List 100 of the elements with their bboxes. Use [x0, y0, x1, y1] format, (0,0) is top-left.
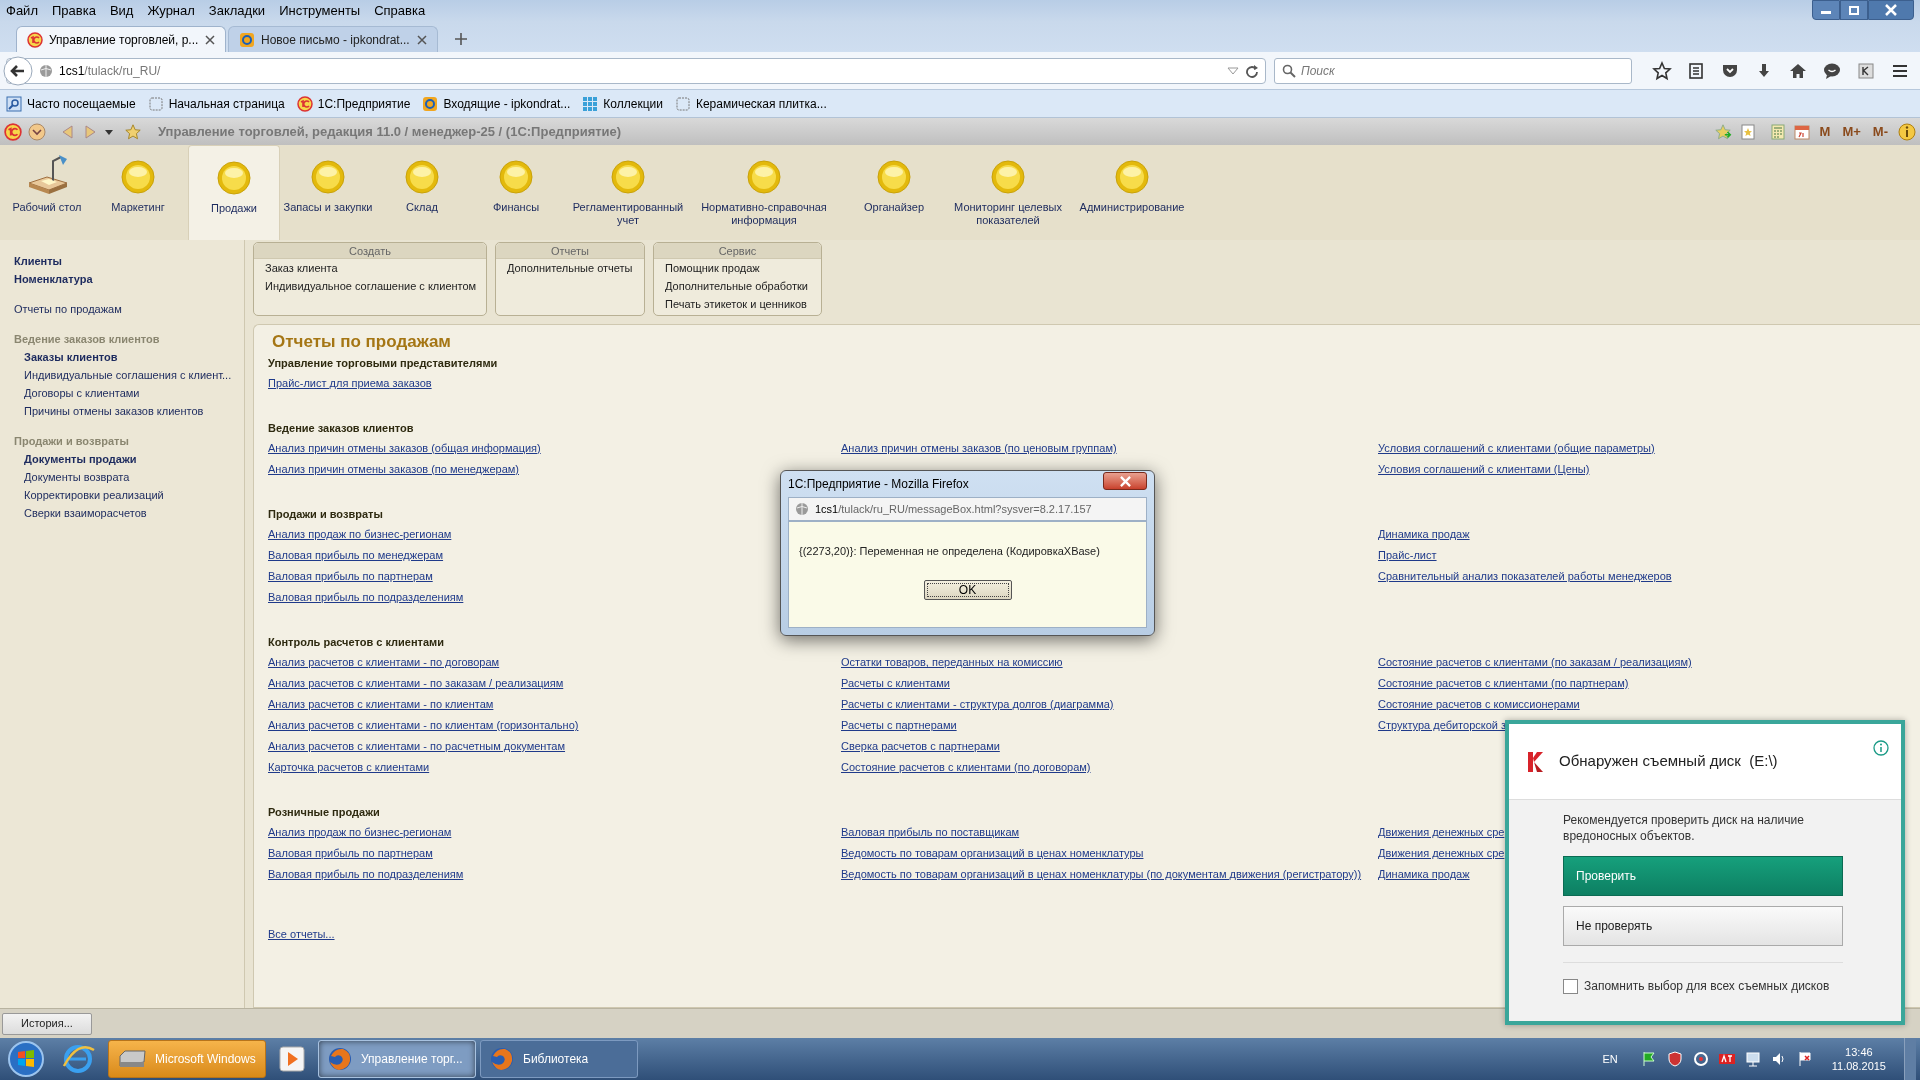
report-link[interactable]: Структура дебиторской з [1378, 715, 1507, 736]
report-link[interactable]: Анализ расчетов с клиентами - по клиентам (горизонтально) [268, 715, 579, 736]
report-link[interactable]: Анализ продаж по бизнес-регионам [268, 822, 452, 843]
bookmark-item[interactable]: 1С:Предприятие [296, 94, 411, 113]
section-button[interactable]: Финансы [468, 145, 564, 240]
taskbar-button[interactable]: Библиотека [480, 1040, 638, 1078]
section-button[interactable]: Маркетинг [88, 145, 188, 240]
memory-button[interactable]: M [1817, 121, 1833, 142]
info-icon[interactable] [1898, 122, 1916, 141]
new-tab-icon[interactable] [454, 32, 468, 46]
report-link[interactable]: Состояние расчетов с клиентами (по партнерам) [1378, 673, 1629, 694]
memory-button[interactable]: M+ [1840, 121, 1863, 142]
report-link[interactable]: Прайс-лист для приема заказов [268, 373, 432, 394]
k-square-icon[interactable] [1856, 60, 1876, 81]
close-icon[interactable] [205, 34, 215, 45]
menu-item[interactable]: Вид [109, 1, 134, 21]
checkbox[interactable] [1563, 978, 1578, 994]
report-link[interactable]: Анализ расчетов с клиентами - по клиентам [268, 694, 494, 715]
report-link[interactable]: Условия соглашений с клиентами (общие параметры) [1378, 438, 1655, 459]
report-link[interactable]: Валовая прибыль по партнерам [268, 566, 433, 587]
network-icon[interactable] [1743, 1050, 1762, 1068]
update-icon[interactable] [1691, 1050, 1710, 1068]
report-link[interactable]: Расчеты с партнерами [841, 715, 957, 736]
report-link[interactable]: Динамика продаж [1378, 524, 1470, 545]
bookmark-item[interactable]: Часто посещаемые [6, 94, 136, 113]
calendar-icon[interactable] [1793, 123, 1810, 140]
sidebar-link[interactable]: Индивидуальные соглашения с клиент... [14, 366, 244, 384]
sidebar-link[interactable]: Клиенты [14, 252, 244, 270]
browser-tab[interactable]: Новое письмо - ipkondrat... [228, 26, 438, 52]
command-link[interactable]: Дополнительные отчеты [496, 259, 644, 277]
dropdown-icon[interactable] [1227, 65, 1239, 76]
report-link[interactable]: Валовая прибыль по партнерам [268, 843, 433, 864]
report-link[interactable]: Анализ причин отмены заказов (общая информация) [268, 438, 541, 459]
sidebar-link[interactable]: Заказы клиентов [14, 348, 244, 366]
report-link[interactable]: Анализ расчетов с клиентами - по расчетным документам [268, 736, 566, 757]
sidebar-link[interactable]: Документы продажи [14, 450, 244, 468]
menu-item[interactable]: Инструменты [279, 1, 361, 21]
section-button[interactable]: Запасы и закупки [280, 145, 376, 240]
sidebar-link[interactable]: Причины отмены заказов клиентов [14, 402, 244, 420]
report-link[interactable]: Валовая прибыль по поставщикам [841, 822, 1020, 843]
back-button[interactable] [3, 55, 33, 86]
report-link[interactable]: Прайс-лист [1378, 545, 1437, 566]
command-link[interactable]: Печать этикеток и ценников [654, 295, 821, 313]
section-button[interactable]: Регламентированный учет [564, 145, 692, 240]
info-icon[interactable] [1873, 740, 1889, 756]
menu-item[interactable]: Файл [6, 1, 38, 21]
sidebar-link[interactable]: Сверки взаиморасчетов [14, 504, 244, 522]
section-button[interactable]: Мониторинг целевых показателей [952, 145, 1064, 240]
section-button[interactable]: Администрирование [1064, 145, 1200, 240]
report-link[interactable]: Сверка расчетов с партнерами [841, 736, 1000, 757]
command-link[interactable]: Индивидуальное соглашение с клиентом [254, 277, 486, 295]
menu-item[interactable]: Закладки [208, 1, 266, 21]
restore-button[interactable] [1840, 0, 1868, 20]
report-link[interactable]: Анализ продаж по бизнес-регионам [268, 524, 452, 545]
main-menu-icon[interactable] [28, 122, 46, 141]
close-button[interactable] [1868, 0, 1914, 20]
sidebar-link[interactable]: Договоры с клиентами [14, 384, 244, 402]
command-link[interactable]: Помощник продаж [654, 259, 821, 277]
onec-logo-icon[interactable] [4, 122, 22, 141]
sidebar-link[interactable]: Корректировки реализаций [14, 486, 244, 504]
bookmark-item[interactable]: Коллекции [582, 94, 663, 113]
reload-icon[interactable] [1245, 63, 1259, 78]
minimize-button[interactable] [1812, 0, 1840, 20]
report-link[interactable]: Анализ расчетов с клиентами - по заказам / реализациям [268, 673, 564, 694]
report-link[interactable]: Расчеты с клиентами - структура долгов (диаграмма) [841, 694, 1114, 715]
report-link[interactable]: Анализ причин отмены заказов (по менеджерам) [268, 459, 519, 480]
command-link[interactable]: Дополнительные обработки [654, 277, 821, 295]
section-button[interactable]: Нормативно-справочная информация [692, 145, 836, 240]
section-button[interactable]: Продажи [188, 145, 280, 240]
shield-icon[interactable] [1665, 1050, 1684, 1068]
close-button[interactable] [1103, 472, 1147, 490]
report-link[interactable]: Валовая прибыль по менеджерам [268, 545, 444, 566]
sidebar-link[interactable]: Документы возврата [14, 468, 244, 486]
clock-time[interactable]: 13:46 [1845, 1045, 1873, 1059]
bookmark-item[interactable]: Начальная страница [147, 94, 285, 113]
clock-date[interactable]: 11.08.2015 [1831, 1059, 1886, 1073]
address-bar[interactable]: 1cs1/tulack/ru_RU/ [6, 57, 1266, 84]
report-link[interactable]: Ведомость по товарам организаций в ценах номенклатуры [841, 843, 1144, 864]
report-link[interactable]: Карточка расчетов с клиентами [268, 757, 430, 778]
menu-item[interactable]: Правка [51, 1, 96, 21]
report-link[interactable]: Валовая прибыль по подразделениям [268, 864, 464, 885]
bookmark-item[interactable]: Входящие - ipkondrat... [422, 94, 571, 113]
report-link[interactable]: Движения денежных сре [1378, 822, 1505, 843]
close-icon[interactable] [417, 34, 427, 45]
menu-item[interactable]: Справка [374, 1, 426, 21]
ok-button[interactable]: OK [923, 580, 1012, 600]
report-link[interactable]: Динамика продаж [1378, 864, 1470, 885]
all-reports-link[interactable]: Все отчеты... [268, 928, 335, 940]
bookmark-star-icon[interactable] [1652, 60, 1672, 81]
favorite-star-icon[interactable] [124, 122, 142, 141]
menu-item[interactable]: Журнал [147, 1, 195, 21]
skip-button[interactable]: Не проверять [1563, 906, 1843, 946]
command-link[interactable]: Заказ клиента [254, 259, 486, 277]
report-link[interactable]: Валовая прибыль по подразделениям [268, 587, 464, 608]
section-button[interactable]: Органайзер [836, 145, 952, 240]
report-link[interactable]: Ведомость по товарам организаций в ценах номенклатуры (по документам движения (регистратору)) [841, 864, 1362, 885]
report-link[interactable]: Состояние расчетов с клиентами (по договорам) [841, 757, 1091, 778]
search-field[interactable]: Поиск [1274, 57, 1632, 84]
report-link[interactable]: Остатки товаров, переданных на комиссию [841, 652, 1063, 673]
sidebar-link[interactable]: Номенклатура [14, 270, 244, 288]
